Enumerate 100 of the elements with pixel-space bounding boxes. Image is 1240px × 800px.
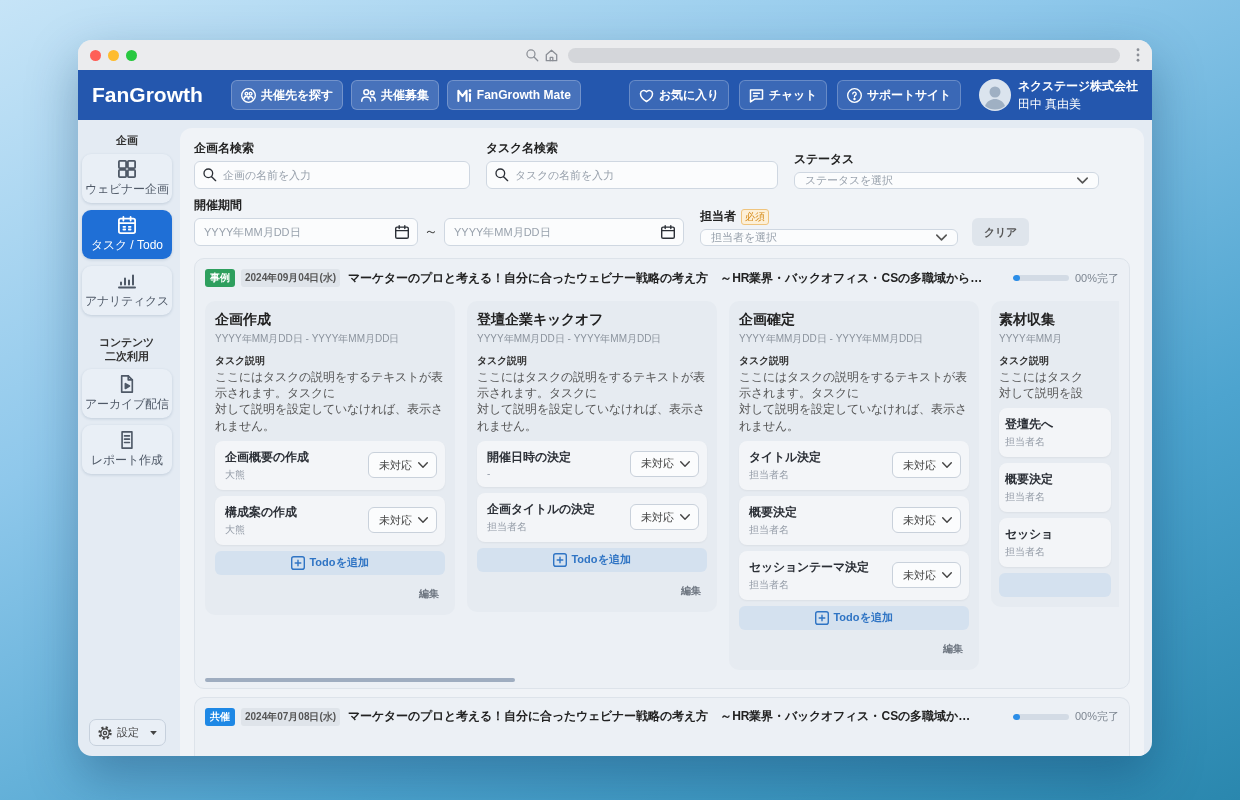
- todo-card[interactable]: タイトル決定 担当者名 未対応: [739, 440, 969, 490]
- chat-icon: [749, 87, 764, 103]
- category-badge: 事例: [205, 269, 235, 287]
- todo-card[interactable]: 開催日時の決定 - 未対応: [477, 440, 707, 487]
- status-dropdown[interactable]: 未対応: [630, 450, 699, 477]
- assignee-name: 担当者名: [749, 522, 789, 537]
- todo-card[interactable]: 登壇先へ 担当者名: [999, 408, 1111, 458]
- status-dropdown[interactable]: 未対応: [368, 507, 437, 534]
- close-window-icon[interactable]: [90, 49, 101, 61]
- people-circle-icon: [240, 87, 256, 103]
- avatar-icon[interactable]: [979, 79, 1011, 111]
- chevron-down-icon: [680, 514, 690, 521]
- todo-card[interactable]: 概要決定 担当者名 未対応: [739, 495, 969, 545]
- search-field[interactable]: タスクの名前を入力: [486, 161, 778, 189]
- sidebar-item[interactable]: ウェビナー企画: [82, 153, 172, 203]
- help-icon: [847, 87, 862, 103]
- sidebar-item[interactable]: アーカイブ配信: [82, 369, 172, 419]
- todo-title: 概要決定: [1005, 471, 1053, 489]
- calendar-icon: [118, 215, 136, 234]
- column-title: 登壇企業キックオフ: [477, 311, 603, 329]
- add-todo-button[interactable]: Todoを追加: [215, 550, 445, 575]
- minimize-window-icon[interactable]: [108, 49, 119, 61]
- chevron-down-icon: [1077, 177, 1088, 184]
- todo-title: 開催日時の決定: [487, 448, 571, 466]
- status-dropdown[interactable]: 未対応: [892, 452, 961, 479]
- settings-button[interactable]: 設定: [88, 719, 166, 746]
- todo-card[interactable]: 概要決定 担当者名: [999, 463, 1111, 513]
- todo-card[interactable]: セッションテーマ決定 担当者名 未対応: [739, 550, 969, 600]
- event-date: 2024年09月04日(水): [241, 269, 341, 287]
- status-dropdown[interactable]: 未対応: [630, 504, 699, 531]
- column-title: 企画確定: [739, 311, 795, 329]
- header-link-button[interactable]: お気に入り: [629, 80, 729, 110]
- assignee-name: -: [487, 467, 491, 479]
- sidebar-item[interactable]: アナリティクス: [82, 265, 172, 315]
- task-description: ここにはタスクの説明をするテキストが表示されます。タスクに 対して説明を設定していなければ、表示されません。: [739, 369, 968, 434]
- assignee-name: 担当者名: [749, 467, 789, 482]
- assignee-name: 大熊: [225, 522, 245, 537]
- todo-card[interactable]: 企画タイトルの決定 担当者名 未対応: [477, 492, 707, 542]
- edit-link[interactable]: 編集: [419, 586, 439, 601]
- task-description: ここにはタスクの説明をするテキストが表示されます。タスクに 対して説明を設定していなければ、表示されません。: [215, 369, 444, 434]
- edit-link[interactable]: 編集: [681, 583, 701, 598]
- header-link-button[interactable]: チャット: [739, 80, 827, 110]
- scrollbar-thumb[interactable]: [205, 677, 515, 682]
- search-field[interactable]: 企画の名前を入力: [194, 161, 470, 189]
- progress-text: 00%完了: [1074, 709, 1119, 725]
- todo-card[interactable]: 企画概要の作成 大熊 未対応: [215, 440, 445, 490]
- description-label: タスク説明: [999, 354, 1049, 368]
- plus-square-icon: [553, 552, 568, 567]
- sidebar-item[interactable]: タスク / Todo: [82, 209, 172, 259]
- search-icon[interactable]: [526, 48, 539, 62]
- more-icon[interactable]: [1136, 48, 1140, 62]
- add-todo-button[interactable]: Todoを追加: [739, 605, 969, 630]
- description-label: タスク説明: [215, 354, 265, 368]
- assignee-name: 大熊: [225, 467, 245, 482]
- chevron-down-icon: [418, 462, 428, 469]
- sidebar-item[interactable]: レポート作成: [82, 425, 172, 475]
- calendar-icon: [661, 225, 675, 239]
- status-dropdown[interactable]: 未対応: [892, 562, 961, 589]
- heart-icon: [639, 87, 654, 103]
- todo-card[interactable]: 構成案の作成 大熊 未対応: [215, 495, 445, 545]
- column-title: 素材収集: [999, 311, 1055, 329]
- todo-card[interactable]: セッショ 担当者名: [999, 518, 1111, 568]
- range-separator: ～: [424, 223, 438, 241]
- date-field[interactable]: YYYY年MM月DD日: [444, 218, 684, 246]
- nav-button[interactable]: 共催募集: [350, 80, 439, 110]
- date-field[interactable]: YYYY年MM月DD日: [194, 218, 418, 246]
- todo-title: セッショ: [1005, 526, 1053, 544]
- sidebar-section-title: 企画: [116, 134, 138, 148]
- field-label: 担当者: [700, 208, 736, 225]
- project-title[interactable]: マーケターのプロと考える！自分に合ったウェビナー戦略の考え方 ～HR業界・バックオフィス・CSの多職域か…: [348, 708, 971, 726]
- people-icon: [360, 87, 376, 103]
- project-title[interactable]: マーケターのプロと考える！自分に合ったウェビナー戦略の考え方 ～HR業界・バックオフィス・CSの多職域から…: [348, 269, 983, 287]
- logo[interactable]: FanGrowth: [92, 83, 203, 107]
- video-file-icon: [118, 375, 136, 394]
- search-icon: [203, 168, 217, 182]
- caret-down-icon: [149, 730, 157, 735]
- todo-title: 登壇先へ: [1005, 416, 1053, 434]
- status-dropdown[interactable]: 未対応: [892, 507, 961, 534]
- todo-title: タイトル決定: [749, 448, 821, 466]
- maximize-window-icon[interactable]: [126, 49, 137, 61]
- assignee-name: 担当者名: [1005, 490, 1045, 505]
- chevron-down-icon: [936, 234, 947, 241]
- assignee-name: 担当者名: [749, 577, 789, 592]
- assignee-name: 担当者名: [1005, 435, 1045, 450]
- edit-link[interactable]: 編集: [943, 641, 963, 656]
- todo-title: セッションテーマ決定: [749, 558, 869, 576]
- description-label: タスク説明: [477, 354, 527, 368]
- add-todo-button[interactable]: Todoを追加: [477, 547, 707, 572]
- status-dropdown[interactable]: 未対応: [368, 452, 437, 479]
- clear-button[interactable]: クリア: [972, 218, 1029, 246]
- calendar-icon: [395, 225, 409, 239]
- todo-title: 企画概要の作成: [225, 448, 309, 466]
- plus-square-icon: [291, 555, 306, 570]
- header-link-button[interactable]: サポートサイト: [837, 80, 961, 110]
- home-icon[interactable]: [545, 48, 558, 62]
- search-icon: [495, 168, 509, 182]
- nav-button[interactable]: 共催先を探す: [230, 80, 343, 110]
- nav-button[interactable]: FanGrowth Mate: [446, 80, 581, 110]
- document-icon: [118, 431, 136, 450]
- sidebar-section-title: コンテンツ二次利用: [98, 335, 156, 364]
